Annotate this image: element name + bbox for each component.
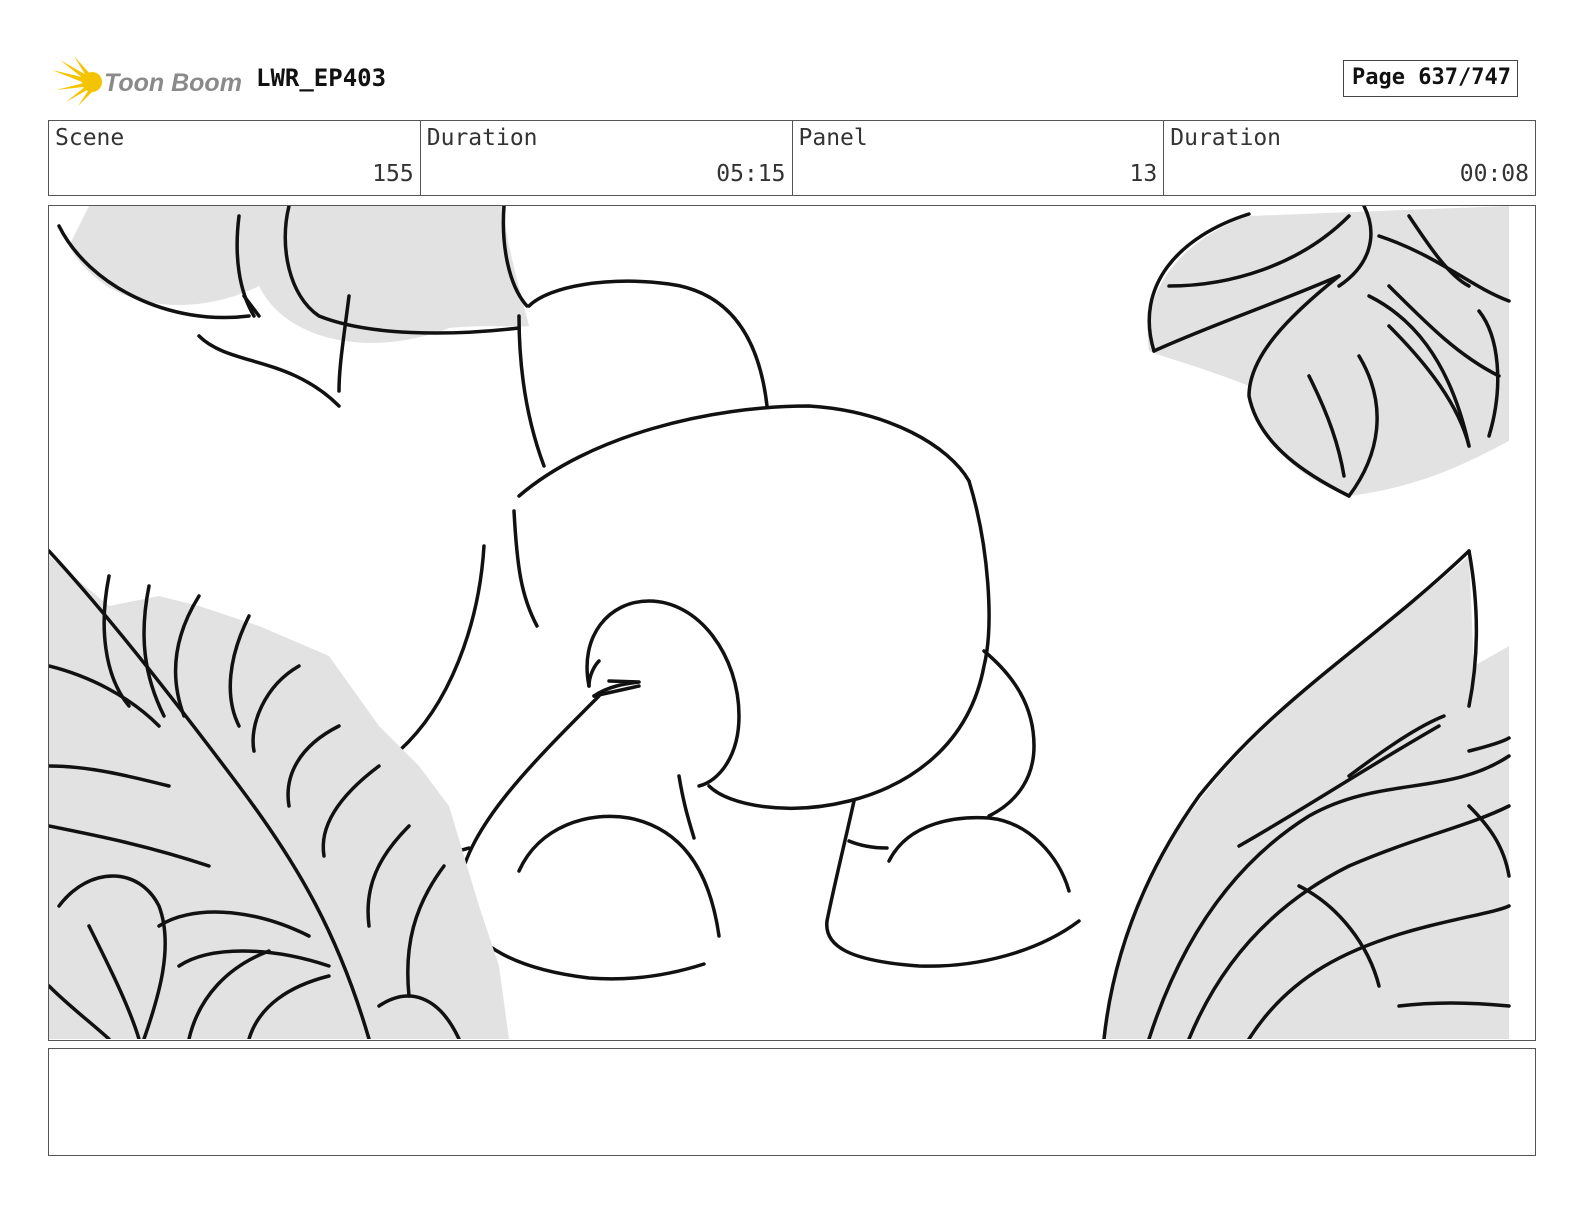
bottom-right-foliage: [1102, 549, 1511, 1039]
page-number: Page 637/747: [1343, 60, 1518, 97]
panel-info-row: Scene 155 Duration 05:15 Panel 13 Durati…: [48, 120, 1536, 196]
panel-duration-cell: Duration 00:08: [1164, 121, 1535, 195]
starburst-icon: Toon Boom: [52, 56, 242, 106]
toon-boom-logo: Toon Boom: [52, 56, 242, 106]
top-right-foliage: [1147, 206, 1511, 498]
panel-value: 13: [1129, 161, 1158, 187]
page-header: Toon Boom LWR_EP403 Page 637/747: [52, 56, 1538, 106]
character-upper-body: [501, 206, 769, 468]
character-torso: [342, 404, 991, 810]
scene-label: Scene: [55, 125, 125, 151]
scene-duration-value: 05:15: [716, 161, 786, 187]
panel-duration-value: 00:08: [1459, 161, 1529, 187]
scene-duration-cell: Duration 05:15: [421, 121, 793, 195]
panel-label: Panel: [798, 125, 868, 151]
panel-drawing: [49, 206, 1511, 1039]
character-right-leg: [825, 649, 1081, 968]
panel-duration-label: Duration: [1170, 125, 1282, 151]
scene-value: 155: [372, 161, 414, 187]
storyboard-panel: [48, 205, 1536, 1041]
panel-cell: Panel 13: [793, 121, 1165, 195]
scene-duration-label: Duration: [426, 125, 538, 151]
scene-cell: Scene 155: [49, 121, 421, 195]
character-tail: [585, 599, 741, 788]
bottom-left-foliage: [49, 549, 509, 1039]
top-left-foliage: [57, 206, 529, 408]
project-title: LWR_EP403: [256, 64, 387, 92]
brand-text: Toon Boom: [104, 69, 242, 97]
panel-notes: [48, 1048, 1536, 1156]
